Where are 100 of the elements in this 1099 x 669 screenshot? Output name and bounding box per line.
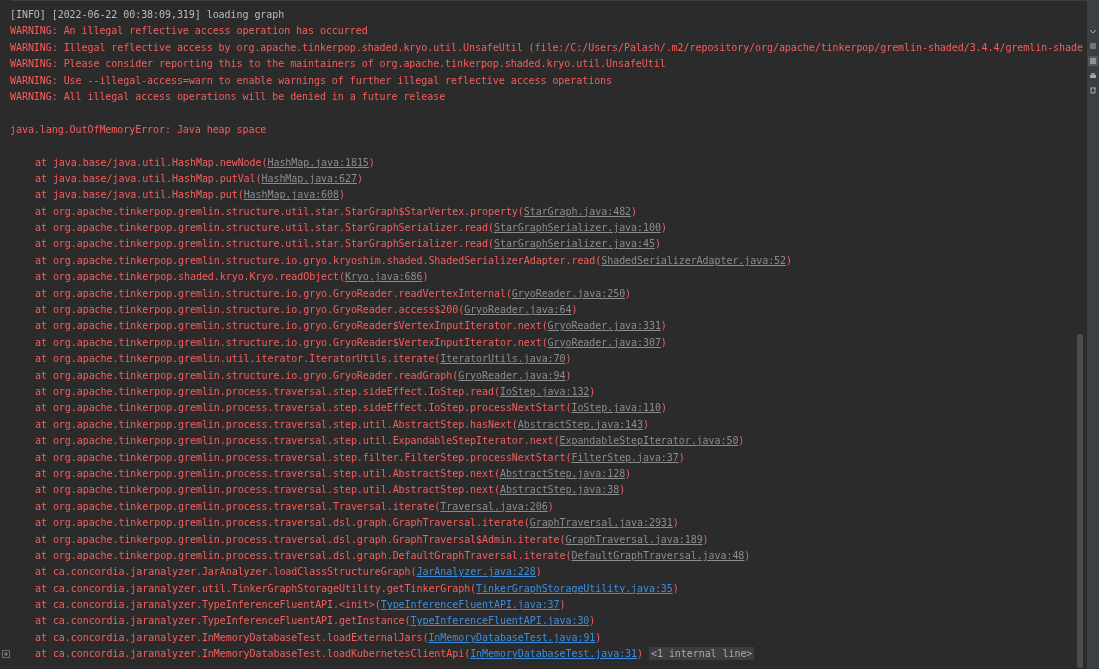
- stack-frame-text: ): [660, 320, 667, 332]
- stack-frame-text: ): [619, 484, 626, 496]
- stack-frame-text: at org.apache.tinkerpop.gremlin.structure.io.gryo.kryoshim.shaded.ShadedSerializerAdapter.read(: [35, 254, 602, 266]
- stack-frame-text: ): [589, 615, 596, 627]
- stack-frame-text: ): [368, 156, 375, 168]
- stack-frame-text: at org.apache.tinkerpop.shaded.kryo.Kryo.readObject(: [35, 271, 345, 283]
- source-link[interactable]: IoStep.java:132: [499, 386, 590, 397]
- stack-frame-text: ): [625, 287, 632, 299]
- stack-frame-text: at org.apache.tinkerpop.gremlin.structure.io.gryo.GryoReader.readVertexInternal(: [35, 287, 512, 299]
- source-link[interactable]: StarGraph.java:482: [523, 205, 632, 217]
- folded-lines-label[interactable]: <1 internal line>: [649, 647, 755, 661]
- stack-frame-text: ): [547, 500, 554, 512]
- stack-frame-text: at ca.concordia.jaranalyzer.JarAnalyzer.loadClassStructureGraph(: [35, 566, 417, 578]
- stack-frame-text: at org.apache.tinkerpop.gremlin.process.traversal.step.util.AbstractStep.hasNext(: [35, 418, 518, 430]
- stack-frame-text: at ca.concordia.jaranalyzer.InMemoryDatabaseTest.loadKubernetesClientApi(: [35, 648, 471, 660]
- source-link[interactable]: ShadedSerializerAdapter.java:52: [601, 254, 787, 266]
- stack-frame-text: ): [678, 451, 685, 463]
- stack-frame-text: ): [589, 386, 596, 397]
- source-link[interactable]: GryoReader.java:250: [511, 287, 626, 299]
- stack-frame-text: ): [744, 549, 751, 561]
- source-link[interactable]: GryoReader.java:331: [547, 320, 661, 332]
- warning-line: WARNING: Illegal reflective access by org.apache.tinkerpop.shaded.kryo.util.UnsafeUtil (file:/C:/Users/Palash/.m2/repository/org/apache/tinkerpop/gremlin-shaded/3.4.4/gremlin-shade: [10, 41, 1083, 53]
- stack-frame-text: at ca.concordia.jaranalyzer.util.TinkerGraphStorageUtility.getTinkerGraph(: [35, 582, 477, 594]
- warning-line: WARNING: All illegal access operations will be denied in a future release: [10, 90, 446, 102]
- stack-frame-text: at org.apache.tinkerpop.gremlin.structure.util.star.StarGraph$StarVertex.property(: [35, 205, 524, 217]
- source-link[interactable]: GryoReader.java:94: [458, 369, 566, 381]
- source-link[interactable]: JarAnalyzer.java:228: [416, 566, 536, 578]
- source-link[interactable]: AbstractStep.java:143: [517, 418, 643, 430]
- stack-frame-text: ): [660, 336, 667, 348]
- stack-frame-text: ): [786, 254, 792, 266]
- source-link[interactable]: Kryo.java:686: [344, 271, 423, 283]
- stack-frame-text: at org.apache.tinkerpop.gremlin.util.iterator.IteratorUtils.iterate(: [35, 353, 441, 365]
- stack-frame-text: at java.base/java.util.HashMap.putVal(: [35, 172, 262, 184]
- stack-frame-text: ): [643, 418, 649, 430]
- stack-frame-text: ): [595, 631, 602, 643]
- stack-frame-text: ): [660, 402, 667, 414]
- stack-frame-text: at org.apache.tinkerpop.gremlin.process.traversal.dsl.graph.GraphTraversal$Admin.iterate(: [35, 533, 566, 545]
- source-link[interactable]: GryoReader.java:307: [547, 336, 661, 348]
- stack-frame-text: ): [571, 304, 578, 316]
- source-link[interactable]: TypeInferenceFluentAPI.java:30: [410, 615, 590, 627]
- source-link[interactable]: HashMap.java:627: [261, 172, 357, 184]
- stack-frame-text: ): [672, 517, 679, 529]
- stack-frame-text: at ca.concordia.jaranalyzer.TypeInferenceFluentAPI.getInstance(: [35, 615, 411, 627]
- source-link[interactable]: DefaultGraphTraversal.java:48: [571, 549, 745, 561]
- source-link[interactable]: AbstractStep.java:38: [499, 484, 620, 496]
- stack-frame-text: at org.apache.tinkerpop.gremlin.process.traversal.step.sideEffect.IoStep.read(: [35, 386, 500, 397]
- source-link[interactable]: AbstractStep.java:128: [499, 467, 626, 479]
- stack-frame-text: at org.apache.tinkerpop.gremlin.structure.io.gryo.GryoReader.readGraph(: [35, 369, 459, 381]
- source-link[interactable]: GryoReader.java:64: [464, 304, 572, 316]
- source-link[interactable]: IoStep.java:110: [571, 402, 661, 414]
- stack-frame-text: at org.apache.tinkerpop.gremlin.process.traversal.step.util.AbstractStep.next(: [35, 484, 500, 496]
- source-link[interactable]: InMemoryDatabaseTest.java:91: [428, 631, 596, 643]
- stack-frame-text: ): [565, 369, 572, 381]
- stack-frame-text: at org.apache.tinkerpop.gremlin.process.traversal.step.filter.FilterStep.processNextStart(: [35, 451, 572, 463]
- stack-frame-text: ): [672, 582, 679, 594]
- source-link[interactable]: IteratorUtils.java:70: [440, 353, 566, 365]
- source-link[interactable]: HashMap.java:608: [243, 189, 339, 201]
- stack-frame-text: ): [559, 599, 566, 611]
- source-link[interactable]: HashMap.java:1815: [267, 156, 369, 168]
- log-line: [INFO] [2022-06-22 00:38:09,319] loading graph: [10, 9, 285, 20]
- stack-frame-text: at ca.concordia.jaranalyzer.InMemoryDatabaseTest.loadExternalJars(: [35, 631, 429, 643]
- stack-frame-text: ): [422, 271, 429, 283]
- warning-line: java.lang.OutOfMemoryError: Java heap space: [10, 123, 267, 135]
- source-link[interactable]: TypeInferenceFluentAPI.java:37: [380, 599, 560, 611]
- stack-frame-text: at org.apache.tinkerpop.gremlin.process.traversal.step.util.AbstractStep.next(: [35, 467, 500, 479]
- source-link[interactable]: TinkerGraphStorageUtility.java:35: [476, 582, 673, 594]
- stack-frame-text: at org.apache.tinkerpop.gremlin.process.traversal.step.sideEffect.IoStep.processNextStart(: [35, 402, 572, 414]
- stack-frame-text: ): [738, 435, 745, 447]
- stack-frame-text: ): [660, 222, 667, 234]
- source-link[interactable]: GraphTraversal.java:2931: [529, 517, 673, 529]
- source-link[interactable]: ExpandableStepIterator.java:50: [559, 435, 739, 447]
- source-link[interactable]: StarGraphSerializer.java:45: [493, 238, 655, 250]
- stack-frame-text: at org.apache.tinkerpop.gremlin.process.traversal.Traversal.iterate(: [35, 500, 441, 512]
- source-link[interactable]: Traversal.java:206: [440, 500, 548, 512]
- stack-frame-text: at org.apache.tinkerpop.gremlin.process.traversal.step.util.ExpandableStepIterator.next(: [35, 435, 560, 447]
- stack-frame-text: ): [654, 238, 661, 250]
- stack-frame-text: ): [356, 172, 363, 184]
- stack-frame-text: at org.apache.tinkerpop.gremlin.process.traversal.dsl.graph.GraphTraversal.iterate(: [35, 517, 530, 529]
- stack-frame-text: at org.apache.tinkerpop.gremlin.structure.io.gryo.GryoReader.access$200(: [35, 304, 465, 316]
- stack-frame-text: at org.apache.tinkerpop.gremlin.structure.io.gryo.GryoReader$VertexInputIterator.next(: [35, 336, 548, 348]
- warning-line: WARNING: Please consider reporting this to the maintainers of org.apache.tinkerpop.shaded.kryo.util.UnsafeUtil: [10, 58, 666, 70]
- stack-frame-text: at org.apache.tinkerpop.gremlin.structure.util.star.StarGraphSerializer.read(: [35, 238, 494, 250]
- warning-line: WARNING: Use --illegal-access=warn to enable warnings of further illegal reflective access operations: [10, 74, 612, 86]
- warning-line: WARNING: An illegal reflective access operation has occurred: [10, 25, 368, 37]
- stack-frame-text: at java.base/java.util.HashMap.newNode(: [35, 156, 268, 168]
- stack-frame-text: at org.apache.tinkerpop.gremlin.structure.io.gryo.GryoReader$VertexInputIterator.next(: [35, 320, 548, 332]
- stack-frame-text: ): [702, 533, 709, 545]
- source-link[interactable]: FilterStep.java:37: [571, 451, 679, 463]
- stack-frame-text: ): [565, 353, 572, 365]
- stack-frame-text: ): [535, 566, 542, 578]
- stack-frame-text: ): [339, 189, 345, 201]
- source-link[interactable]: GraphTraversal.java:189: [565, 533, 703, 545]
- source-link[interactable]: InMemoryDatabaseTest.java:31: [470, 648, 638, 660]
- stack-frame-text: ): [631, 205, 638, 217]
- stack-frame-text: ): [637, 648, 643, 660]
- source-link[interactable]: StarGraphSerializer.java:100: [493, 222, 661, 234]
- stack-frame-text: at java.base/java.util.HashMap.put(: [35, 189, 244, 201]
- stack-frame-text: at org.apache.tinkerpop.gremlin.structure.util.star.StarGraphSerializer.read(: [35, 222, 494, 234]
- stack-frame-text: at ca.concordia.jaranalyzer.TypeInferenceFluentAPI.<init>(: [35, 599, 381, 611]
- stack-frame-text: at org.apache.tinkerpop.gremlin.process.traversal.dsl.graph.DefaultGraphTraversal.iterate(: [35, 549, 572, 561]
